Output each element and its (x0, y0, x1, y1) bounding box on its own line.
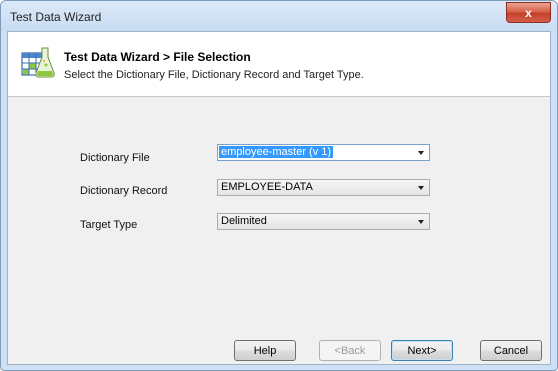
dictionary-record-value: EMPLOYEE-DATA (221, 181, 313, 193)
dictionary-file-combo[interactable]: employee-master (v 1) (217, 144, 430, 161)
page-title: Test Data Wizard > File Selection (64, 50, 251, 64)
cancel-button[interactable]: Cancel (480, 340, 542, 361)
next-button[interactable]: Next> (391, 340, 453, 361)
target-type-label: Target Type (80, 219, 138, 231)
dictionary-record-label: Dictionary Record (80, 185, 168, 197)
page-subtitle: Select the Dictionary File, Dictionary R… (64, 69, 364, 81)
title-bar[interactable]: Test Data Wizard x (1, 1, 557, 31)
chevron-down-icon[interactable] (418, 151, 424, 155)
back-button[interactable]: <Back (319, 340, 381, 361)
target-type-value: Delimited (221, 215, 267, 227)
close-icon: x (525, 5, 532, 20)
table-flask-icon (21, 47, 55, 78)
target-type-select[interactable]: Delimited (217, 213, 430, 230)
window-title: Test Data Wizard (10, 10, 102, 24)
wizard-header: Test Data Wizard > File Selection Select… (8, 32, 550, 97)
close-button[interactable]: x (506, 2, 551, 23)
dictionary-file-label: Dictionary File (80, 152, 150, 164)
wizard-body: Test Data Wizard > File Selection Select… (7, 31, 551, 365)
dictionary-file-value[interactable]: employee-master (v 1) (219, 146, 334, 158)
dictionary-record-select[interactable]: EMPLOYEE-DATA (217, 179, 430, 196)
help-button[interactable]: Help (234, 340, 296, 361)
chevron-down-icon[interactable] (418, 186, 424, 190)
wizard-window: Test Data Wizard x Test Data Wizard > Fi… (0, 0, 558, 371)
chevron-down-icon[interactable] (418, 220, 424, 224)
